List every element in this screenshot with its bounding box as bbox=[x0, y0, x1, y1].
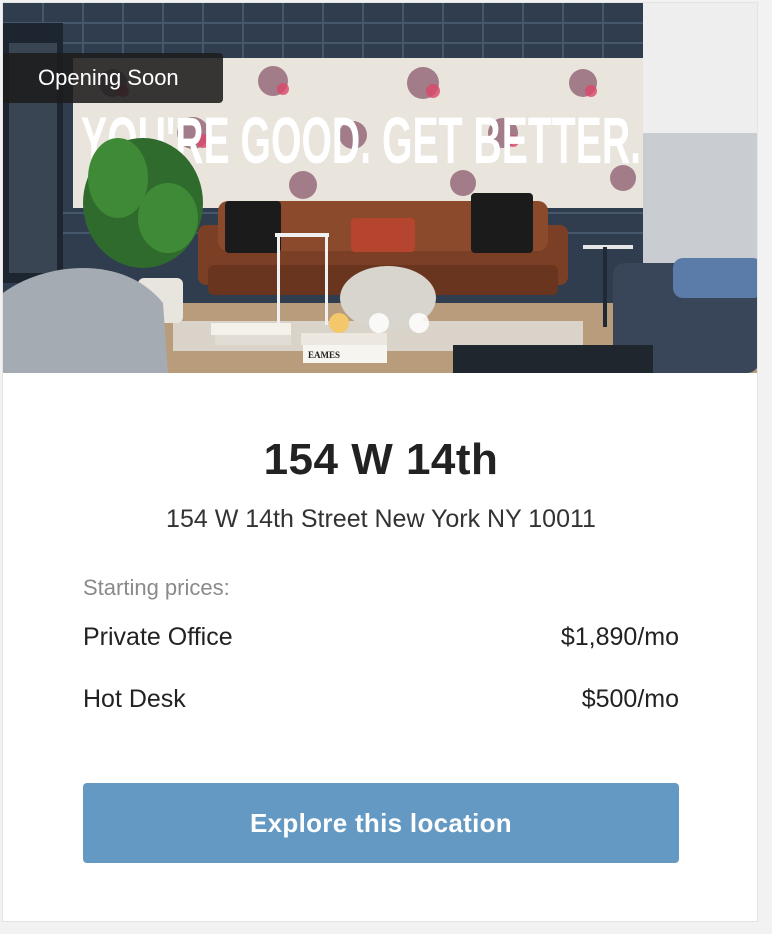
price-name: Private Office bbox=[83, 623, 233, 651]
explore-location-button[interactable]: Explore this location bbox=[83, 783, 679, 863]
book-label: EAMES bbox=[308, 350, 340, 360]
location-address: 154 W 14th Street New York NY 10011 bbox=[166, 505, 596, 533]
price-row-hot-desk: Hot Desk $500/mo bbox=[83, 685, 679, 719]
price-row-private-office: Private Office $1,890/mo bbox=[83, 623, 679, 657]
carousel-dot-3[interactable] bbox=[409, 313, 429, 333]
location-title: 154 W 14th bbox=[263, 435, 499, 484]
opening-soon-badge: Opening Soon bbox=[3, 53, 223, 103]
price-name: Hot Desk bbox=[83, 685, 186, 713]
starting-prices-label: Starting prices: bbox=[83, 575, 230, 600]
location-card: YOU'RE GOOD. GET BETTER. EAMES Opening S… bbox=[2, 2, 758, 922]
carousel-dot-1[interactable] bbox=[329, 313, 349, 333]
location-photo[interactable]: YOU'RE GOOD. GET BETTER. EAMES Opening S… bbox=[3, 3, 757, 373]
price-value: $1,890/mo bbox=[560, 623, 679, 651]
price-value: $500/mo bbox=[581, 685, 679, 713]
carousel-dot-2[interactable] bbox=[369, 313, 389, 333]
